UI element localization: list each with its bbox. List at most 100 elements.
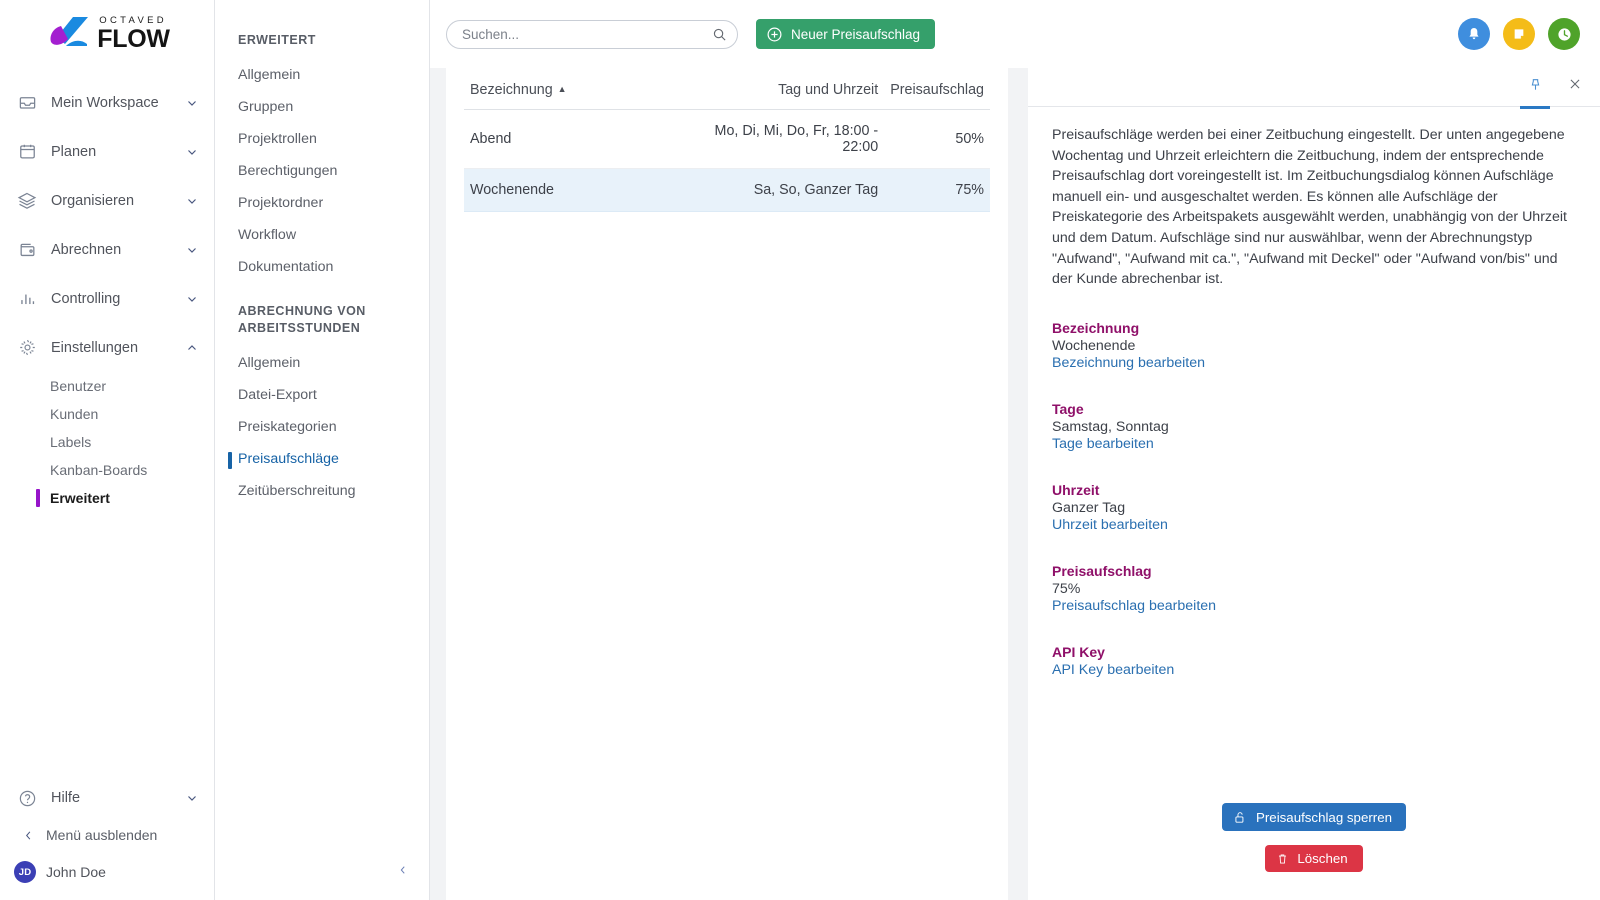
collapse-menu-button[interactable]: Menü ausblenden: [0, 818, 214, 852]
new-price-surcharge-label: Neuer Preisaufschlag: [791, 27, 920, 42]
gear-icon: [14, 335, 40, 361]
secondary-item-label: Zeitüberschreitung: [238, 483, 356, 499]
sidebar-item-kanban-boards[interactable]: Kanban-Boards: [0, 456, 214, 484]
new-price-surcharge-button[interactable]: Neuer Preisaufschlag: [756, 19, 935, 49]
plus-circle-icon: [766, 26, 783, 43]
edit-preisaufschlag-link[interactable]: Preisaufschlag bearbeiten: [1052, 598, 1576, 614]
chevron-down-icon[interactable]: [184, 790, 200, 806]
nav-item-hilfe[interactable]: Hilfe: [0, 778, 214, 818]
note-icon: [1511, 26, 1527, 42]
sidebar-item-erweitert[interactable]: Erweitert: [0, 484, 214, 512]
chevron-down-icon[interactable]: [184, 144, 200, 160]
secondary-item-label: Preisaufschläge: [238, 451, 339, 467]
chevron-down-icon[interactable]: [184, 95, 200, 111]
chevron-left-icon: [18, 830, 38, 841]
search-icon[interactable]: [712, 27, 727, 42]
field-value: 75%: [1052, 581, 1576, 597]
table-body: Abend Mo, Di, Mi, Do, Fr, 18:00 - 22:00 …: [464, 110, 990, 212]
edit-uhrzeit-link[interactable]: Uhrzeit bearbeiten: [1052, 517, 1576, 533]
sidebar-item-label: Benutzer: [50, 378, 106, 394]
secondary-group-title-abrechnung: ABRECHNUNG VON ARBEITSSTUNDEN: [215, 283, 429, 347]
column-header-label: Preisaufschlag: [890, 82, 984, 98]
notifications-button[interactable]: [1458, 18, 1490, 50]
main-region: Neuer Preisaufschlag: [430, 0, 1600, 900]
delete-button[interactable]: Löschen: [1265, 845, 1362, 872]
chevron-down-icon[interactable]: [184, 242, 200, 258]
nav-item-abrechnen[interactable]: Abrechnen: [0, 225, 214, 274]
secondary-item-label: Projektrollen: [238, 131, 317, 147]
sidebar-item-label: Erweitert: [50, 490, 110, 506]
detail-panel-header: [1028, 68, 1600, 107]
edit-tage-link[interactable]: Tage bearbeiten: [1052, 436, 1576, 452]
chevron-down-icon[interactable]: [184, 193, 200, 209]
table-inner: Bezeichnung▲ Tag und Uhrzeit Preisaufsch…: [446, 68, 1008, 212]
app-logo[interactable]: OCTAVED FLOW: [0, 0, 214, 68]
lock-button-label: Preisaufschlag sperren: [1256, 810, 1392, 825]
nav-item-controlling[interactable]: Controlling: [0, 274, 214, 323]
sidebar-item-label: Kunden: [50, 406, 98, 422]
secondary-item-label: Gruppen: [238, 99, 293, 115]
sidebar-item-benutzer[interactable]: Benutzer: [0, 372, 214, 400]
nav-item-einstellungen[interactable]: Einstellungen: [0, 323, 214, 372]
primary-nav-list: Mein Workspace Planen: [0, 68, 214, 512]
close-icon[interactable]: [1564, 77, 1586, 101]
nav-item-organisieren[interactable]: Organisieren: [0, 176, 214, 225]
chevron-left-icon: [398, 865, 408, 875]
nav-label: Einstellungen: [51, 340, 184, 356]
chevron-up-icon[interactable]: [184, 340, 200, 356]
logo-text-octaved: OCTAVED: [97, 16, 169, 26]
secondary-item-workflow[interactable]: Workflow: [215, 219, 429, 251]
layers-icon: [14, 188, 40, 214]
nav-label: Controlling: [51, 291, 184, 307]
cell-preisaufschlag: 50%: [884, 110, 990, 169]
search-box[interactable]: [446, 20, 738, 49]
secondary-item-projektordner[interactable]: Projektordner: [215, 187, 429, 219]
app-root: OCTAVED FLOW Mein Workspace: [0, 0, 1600, 900]
sidebar-item-labels[interactable]: Labels: [0, 428, 214, 456]
secondary-item-label: Preiskategorien: [238, 419, 337, 435]
search-input[interactable]: [460, 26, 712, 43]
secondary-group-title-erweitert: ERWEITERT: [215, 20, 429, 59]
secondary-item-dokumentation[interactable]: Dokumentation: [215, 251, 429, 283]
secondary-item-preiskategorien[interactable]: Preiskategorien: [215, 411, 429, 443]
clock-icon: [1556, 26, 1573, 43]
edit-api-key-link[interactable]: API Key bearbeiten: [1052, 662, 1576, 678]
table-row[interactable]: Wochenende Sa, So, Ganzer Tag 75%: [464, 169, 990, 212]
pin-icon[interactable]: [1524, 77, 1546, 101]
field-uhrzeit: Uhrzeit Ganzer Tag Uhrzeit bearbeiten: [1052, 482, 1576, 533]
secondary-item-label: Workflow: [238, 227, 296, 243]
secondary-item-preisaufschlaege[interactable]: Preisaufschläge: [215, 443, 429, 475]
unlock-icon: [1233, 810, 1247, 825]
column-header-bezeichnung[interactable]: Bezeichnung▲: [464, 68, 695, 110]
column-header-tag-und-uhrzeit[interactable]: Tag und Uhrzeit: [695, 68, 884, 110]
secondary-item-datei-export[interactable]: Datei-Export: [215, 379, 429, 411]
column-header-preisaufschlag[interactable]: Preisaufschlag: [884, 68, 990, 110]
nav-item-planen[interactable]: Planen: [0, 127, 214, 176]
table-row[interactable]: Abend Mo, Di, Mi, Do, Fr, 18:00 - 22:00 …: [464, 110, 990, 169]
time-tracking-button[interactable]: [1548, 18, 1580, 50]
trash-icon: [1276, 852, 1289, 866]
secondary-item-gruppen[interactable]: Gruppen: [215, 91, 429, 123]
secondary-item-zeituberschreitung[interactable]: Zeitüberschreitung: [215, 475, 429, 507]
nav-item-mein-workspace[interactable]: Mein Workspace: [0, 78, 214, 127]
detail-panel: Preisaufschläge werden bei einer Zeitbuc…: [1028, 68, 1600, 900]
notes-button[interactable]: [1503, 18, 1535, 50]
secondary-item-projektrollen[interactable]: Projektrollen: [215, 123, 429, 155]
user-profile-button[interactable]: JD John Doe: [0, 852, 214, 892]
secondary-item-label: Allgemein: [238, 67, 300, 83]
detail-panel-body: Preisaufschläge werden bei einer Zeitbuc…: [1028, 107, 1600, 803]
content-area: Bezeichnung▲ Tag und Uhrzeit Preisaufsch…: [430, 68, 1600, 900]
sidebar-item-kunden[interactable]: Kunden: [0, 400, 214, 428]
field-value: Ganzer Tag: [1052, 500, 1576, 516]
lock-price-surcharge-button[interactable]: Preisaufschlag sperren: [1222, 803, 1406, 831]
secondary-item-berechtigungen[interactable]: Berechtigungen: [215, 155, 429, 187]
calendar-icon: [14, 139, 40, 165]
secondary-item-allgemein-erweitert[interactable]: Allgemein: [215, 59, 429, 91]
field-api-key: API Key API Key bearbeiten: [1052, 644, 1576, 678]
secondary-sidebar-collapse-handle[interactable]: [395, 862, 411, 878]
secondary-item-allgemein-abrechnung[interactable]: Allgemein: [215, 347, 429, 379]
sidebar-spacer: [0, 512, 214, 778]
primary-sidebar: OCTAVED FLOW Mein Workspace: [0, 0, 215, 900]
chevron-down-icon[interactable]: [184, 291, 200, 307]
edit-bezeichnung-link[interactable]: Bezeichnung bearbeiten: [1052, 355, 1576, 371]
